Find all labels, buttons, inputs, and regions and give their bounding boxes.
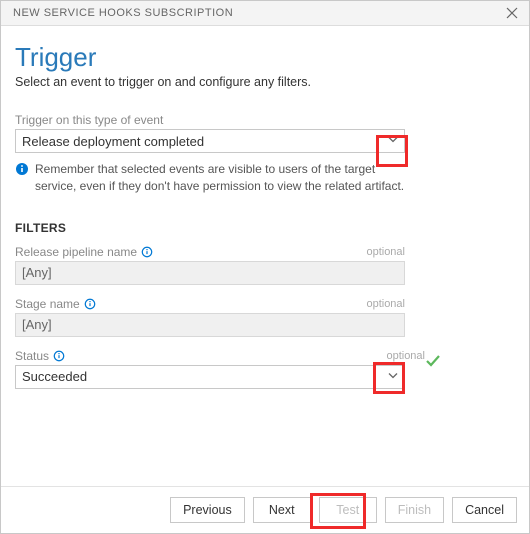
trigger-event-label: Trigger on this type of event: [15, 113, 515, 127]
info-icon[interactable]: [53, 350, 65, 362]
dialog-content: Trigger Select an event to trigger on an…: [1, 26, 529, 486]
test-button[interactable]: Test: [319, 497, 377, 523]
previous-button[interactable]: Previous: [170, 497, 245, 523]
info-icon: [15, 162, 29, 176]
stage-name-select[interactable]: [15, 313, 405, 337]
optional-label: optional: [366, 298, 405, 310]
trigger-event-value[interactable]: [15, 129, 405, 153]
release-pipeline-select[interactable]: [15, 261, 405, 285]
close-icon[interactable]: [503, 4, 521, 22]
page-title: Trigger: [15, 42, 515, 73]
check-icon: [425, 353, 441, 372]
stage-name-label: Stage name: [15, 297, 80, 311]
filters-heading: FILTERS: [15, 221, 515, 235]
trigger-event-select[interactable]: [15, 129, 405, 153]
info-icon[interactable]: [141, 246, 153, 258]
dialog-title: NEW SERVICE HOOKS SUBSCRIPTION: [13, 7, 233, 19]
page-subtitle: Select an event to trigger on and config…: [15, 75, 515, 89]
filter-stage-name: Stage name optional: [15, 297, 405, 337]
info-icon[interactable]: [84, 298, 96, 310]
cancel-button[interactable]: Cancel: [452, 497, 517, 523]
event-visibility-info: Remember that selected events are visibl…: [15, 161, 415, 195]
next-button[interactable]: Next: [253, 497, 311, 523]
filter-status: Status optional: [15, 349, 425, 389]
release-pipeline-value[interactable]: [15, 261, 405, 285]
optional-label: optional: [386, 350, 425, 362]
filter-release-pipeline: Release pipeline name optional: [15, 245, 405, 285]
stage-name-value[interactable]: [15, 313, 405, 337]
service-hooks-dialog: NEW SERVICE HOOKS SUBSCRIPTION Trigger S…: [0, 0, 530, 534]
status-label: Status: [15, 349, 49, 363]
status-select[interactable]: [15, 365, 405, 389]
release-pipeline-label: Release pipeline name: [15, 245, 137, 259]
info-text: Remember that selected events are visibl…: [35, 161, 415, 195]
finish-button[interactable]: Finish: [385, 497, 444, 523]
dialog-footer: Previous Next Test Finish Cancel: [1, 486, 529, 533]
optional-label: optional: [366, 246, 405, 258]
status-value[interactable]: [15, 365, 405, 389]
dialog-titlebar: NEW SERVICE HOOKS SUBSCRIPTION: [1, 0, 529, 26]
